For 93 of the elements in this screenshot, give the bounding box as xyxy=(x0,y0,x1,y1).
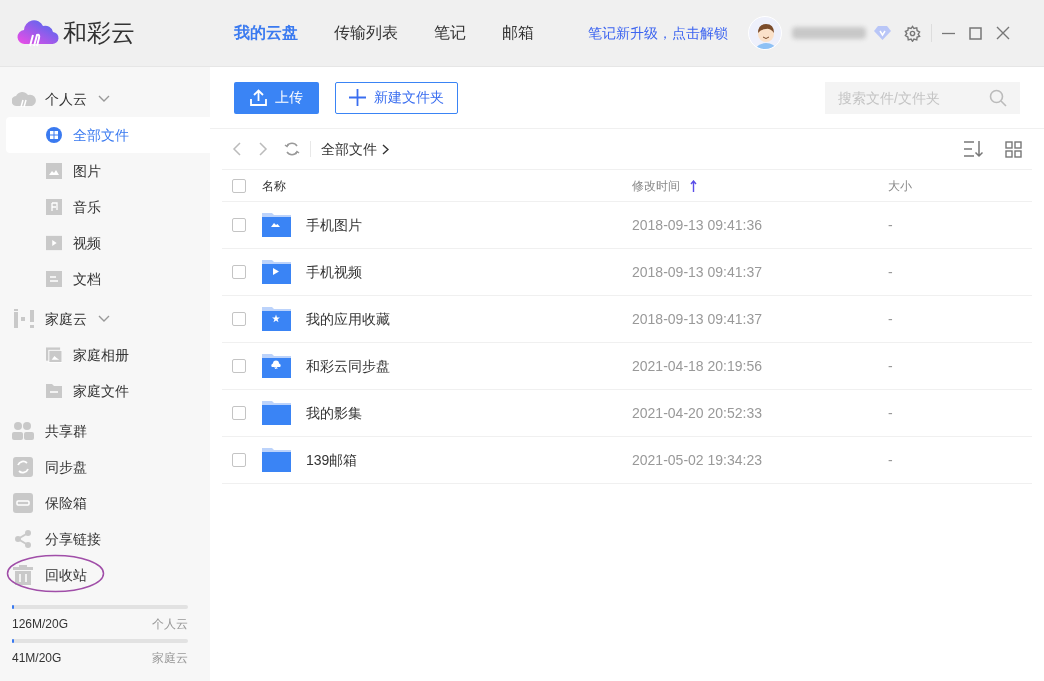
sidebar-item[interactable]: 音乐 xyxy=(6,189,210,225)
checkbox[interactable] xyxy=(232,178,246,193)
search-icon[interactable] xyxy=(989,88,1007,107)
checkbox[interactable] xyxy=(232,359,246,373)
sidebar-item[interactable]: 保险箱 xyxy=(0,485,210,521)
avatar[interactable] xyxy=(748,16,782,50)
checkbox[interactable] xyxy=(232,312,246,326)
sidebar-item[interactable]: 同步盘 xyxy=(0,449,210,485)
settings-icon[interactable] xyxy=(904,24,921,42)
safe-icon xyxy=(12,493,34,513)
sidebar-item[interactable]: 图片 xyxy=(6,153,210,189)
sort-icon[interactable] xyxy=(963,140,983,158)
table-cell-text: - xyxy=(888,403,893,423)
sidebar-item[interactable]: 分享链接 xyxy=(0,521,210,557)
share-icon xyxy=(12,530,34,548)
file-name[interactable]: 手机图片 xyxy=(306,214,362,236)
breadcrumb-link[interactable]: 全部文件 xyxy=(321,138,377,160)
file-name[interactable]: 139邮箱 xyxy=(306,449,358,471)
back-icon[interactable] xyxy=(232,142,242,156)
music-note-icon xyxy=(46,199,62,215)
plus-icon xyxy=(349,89,366,106)
folder-icon xyxy=(262,448,291,472)
forward-icon[interactable] xyxy=(258,142,268,156)
diamond-icon xyxy=(874,26,891,40)
image-folder-icon xyxy=(262,213,291,237)
table-cell-text: - xyxy=(888,356,893,376)
sidebar-item[interactable]: 文档 xyxy=(6,261,210,297)
file-name[interactable]: 我的应用收藏 xyxy=(306,308,390,330)
file-name[interactable]: 我的影集 xyxy=(306,402,362,424)
cloud-logo-icon xyxy=(17,18,59,48)
checkbox[interactable] xyxy=(232,453,246,467)
image-icon xyxy=(46,163,62,179)
table-cell-text: 2021-04-20 20:52:33 xyxy=(632,403,762,423)
table-cell-text: 2018-09-13 09:41:36 xyxy=(632,215,762,235)
upload-button[interactable]: 上传 xyxy=(234,81,319,114)
storage-label: 个人云 xyxy=(152,616,188,633)
storage-usage: 126M/20G xyxy=(12,616,69,633)
close-icon[interactable] xyxy=(996,26,1010,40)
star-folder-icon xyxy=(262,307,291,331)
grid-view-icon[interactable] xyxy=(1005,140,1022,158)
refresh-icon[interactable] xyxy=(284,141,300,157)
checkbox[interactable] xyxy=(232,218,246,232)
upload-icon xyxy=(250,89,267,106)
trash-icon xyxy=(12,565,34,585)
people-icon xyxy=(12,422,34,440)
grid-icon xyxy=(46,127,62,143)
table-cell-text: 2018-09-13 09:41:37 xyxy=(632,262,762,282)
sidebar-item[interactable]: 全部文件 xyxy=(6,117,210,153)
cloud-icon xyxy=(12,90,36,108)
cloud-folder-icon xyxy=(262,354,291,378)
table-cell-text: - xyxy=(888,450,893,470)
video-folder-icon xyxy=(262,260,291,284)
nav-tab[interactable]: 邮箱 xyxy=(502,21,534,45)
column-header[interactable]: 修改时间 xyxy=(632,176,680,195)
file-name[interactable]: 手机视频 xyxy=(306,261,362,283)
family-icon xyxy=(12,309,36,329)
sync-icon xyxy=(12,457,34,477)
chevron-down-icon[interactable] xyxy=(98,95,110,103)
table-cell-text: 2021-04-18 20:19:56 xyxy=(632,356,762,376)
sidebar-item[interactable]: 家庭文件 xyxy=(6,373,210,409)
app-name: 和彩云 xyxy=(63,18,135,48)
nav-tab[interactable]: 传输列表 xyxy=(334,21,398,45)
table-cell-text: 2018-09-13 09:41:37 xyxy=(632,309,762,329)
sidebar-item[interactable]: 视频 xyxy=(6,225,210,261)
chevron-right-icon xyxy=(382,143,389,155)
sidebar-item[interactable]: 家庭相册 xyxy=(6,337,210,373)
photo-album-icon xyxy=(46,347,62,363)
column-header[interactable]: 大小 xyxy=(888,176,912,195)
maximize-icon[interactable] xyxy=(969,26,982,40)
table-cell-text: - xyxy=(888,309,893,329)
column-header[interactable]: 名称 xyxy=(262,176,286,195)
sidebar-item[interactable]: 共享群 xyxy=(0,413,210,449)
sidebar-item[interactable]: 回收站 xyxy=(0,557,210,593)
promo-link[interactable]: 笔记新升级，点击解锁 xyxy=(588,22,728,44)
table-cell-text: - xyxy=(888,262,893,282)
nav-tab[interactable]: 笔记 xyxy=(434,21,466,45)
file-name[interactable]: 和彩云同步盘 xyxy=(306,355,390,377)
section-header[interactable]: 个人云 xyxy=(45,88,87,110)
checkbox[interactable] xyxy=(232,265,246,279)
folder-icon xyxy=(262,401,291,425)
storage-label: 家庭云 xyxy=(152,650,188,667)
storage-usage: 41M/20G xyxy=(12,650,62,667)
table-cell-text: - xyxy=(888,215,893,235)
folder-icon xyxy=(46,384,62,398)
play-icon xyxy=(46,235,62,251)
new-folder-button[interactable]: 新建文件夹 xyxy=(335,81,458,114)
table-cell-text: 2021-05-02 19:34:23 xyxy=(632,450,762,470)
checkbox[interactable] xyxy=(232,406,246,420)
document-icon xyxy=(46,271,62,287)
sort-arrow-icon[interactable] xyxy=(690,179,697,192)
chevron-down-icon[interactable] xyxy=(98,315,110,323)
section-header[interactable]: 家庭云 xyxy=(45,308,87,330)
nav-tab[interactable]: 我的云盘 xyxy=(234,21,298,45)
